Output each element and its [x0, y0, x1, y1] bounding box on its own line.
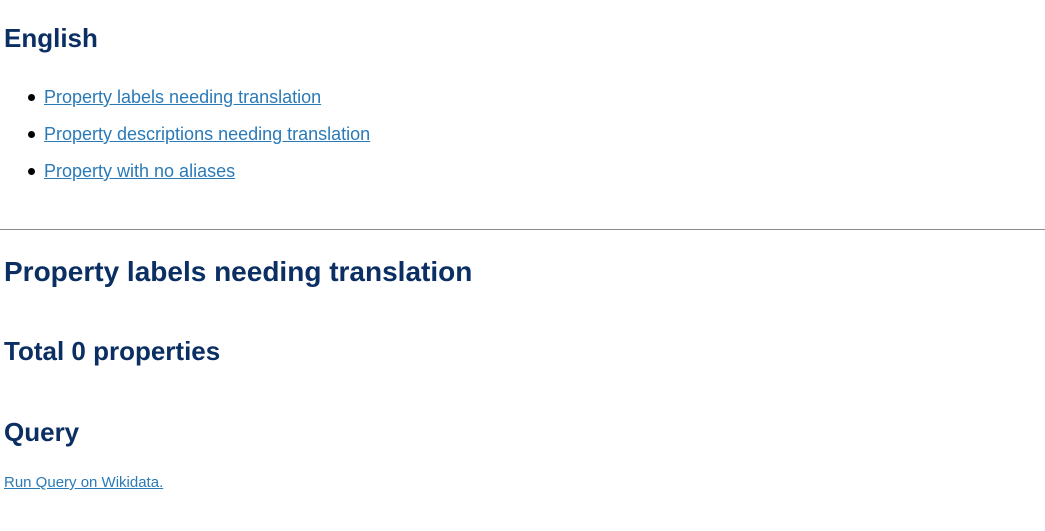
bullet-icon [28, 94, 35, 101]
translation-links-list: Property labels needing translation Prop… [28, 84, 370, 195]
language-heading: English [4, 23, 98, 53]
property-no-aliases-link[interactable]: Property with no aliases [44, 161, 235, 181]
property-labels-link[interactable]: Property labels needing translation [44, 87, 321, 107]
list-item: Property with no aliases [28, 158, 370, 195]
query-heading: Query [4, 417, 80, 447]
list-item: Property descriptions needing translatio… [28, 121, 370, 158]
page: English Property labels needing translat… [0, 0, 1045, 531]
total-count-heading: Total 0 properties [4, 336, 221, 366]
property-descriptions-link[interactable]: Property descriptions needing translatio… [44, 124, 370, 144]
section-title: Property labels needing translation [4, 256, 473, 287]
section-divider [0, 229, 1045, 230]
run-query-link[interactable]: Run Query on Wikidata. [4, 474, 163, 492]
list-item: Property labels needing translation [28, 84, 370, 121]
bullet-icon [28, 168, 35, 175]
bullet-icon [28, 131, 35, 138]
